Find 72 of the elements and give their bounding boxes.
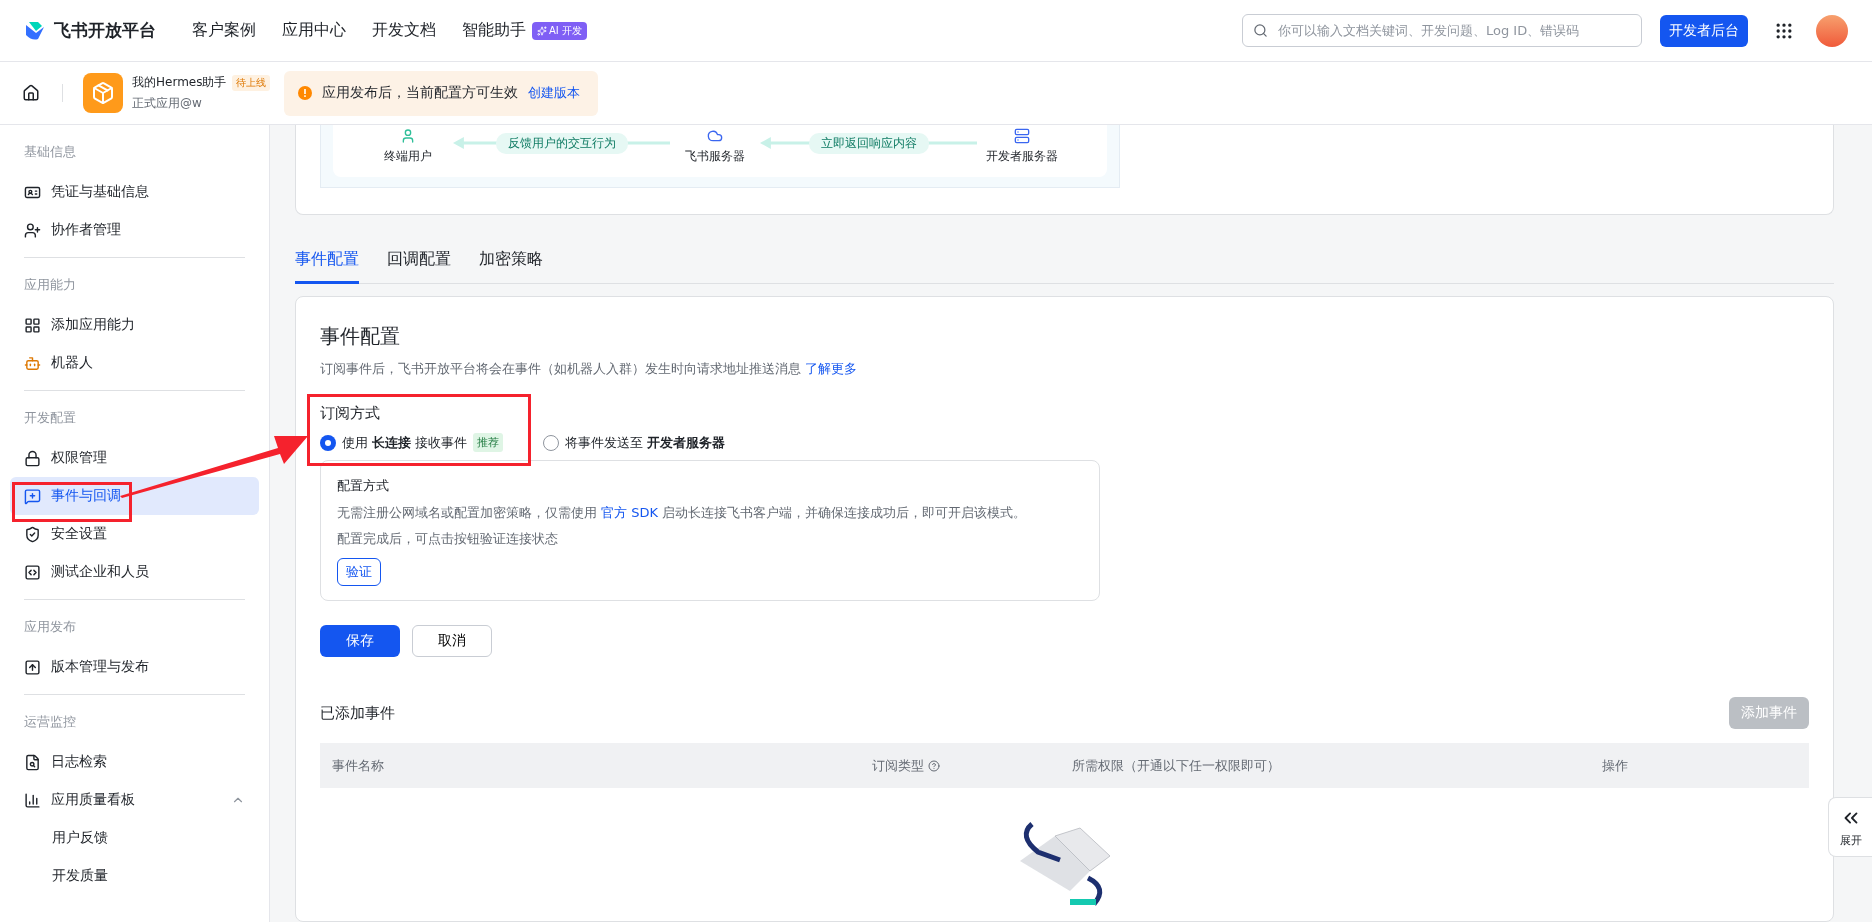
sidebar-group-title: 基础信息	[23, 143, 77, 161]
events-title: 已添加事件	[320, 703, 395, 723]
sidebar-item[interactable]: 凭证与基础信息	[10, 173, 259, 211]
expand-label: 展开	[1839, 832, 1862, 848]
config-title: 配置方式	[337, 477, 390, 495]
sidebar-subitem[interactable]: 用户反馈	[10, 819, 259, 857]
console-button[interactable]: 开发者后台	[1660, 14, 1748, 47]
sidebar-item-label: 日志检索	[51, 753, 108, 771]
sidebar-subitem[interactable]: 开发质量	[10, 857, 259, 895]
nav-link[interactable]: 客户案例	[192, 20, 256, 41]
tab[interactable]: 事件配置	[295, 237, 359, 284]
sidebar-item[interactable]: 协作者管理	[10, 211, 259, 249]
recommended-tag: 推荐	[473, 433, 504, 452]
subscription-title: 订阅方式	[320, 404, 381, 423]
section-description: 订阅事件后，飞书开放平台将会在事件（如机器人入群）发生时向请求地址推送消息 了解更多	[320, 360, 859, 378]
search-input[interactable]: 你可以输入文档关键词、开发问题、Log ID、错误码	[1276, 22, 1631, 39]
node-label: 开发者服务器	[986, 148, 1058, 165]
column-header: 操作	[1602, 756, 1628, 775]
brand-name: 飞书开放平台	[54, 19, 156, 42]
radio-label: 使用 长连接 接收事件	[342, 433, 468, 452]
search-field[interactable]: 你可以输入文档关键词、开发问题、Log ID、错误码	[1242, 14, 1642, 47]
radio-option[interactable]: 使用 长连接 接收事件 推荐	[320, 433, 504, 452]
verify-button[interactable]: 验证	[337, 558, 381, 586]
node-label: 终端用户	[384, 148, 432, 165]
sidebar-item[interactable]: 机器人	[10, 344, 259, 382]
sdk-link[interactable]: 官方 SDK	[601, 505, 659, 520]
sidebar-item-label: 安全设置	[51, 525, 108, 543]
tab[interactable]: 回调配置	[387, 237, 451, 284]
column-header: 订阅类型	[872, 756, 924, 775]
sidebar-group-title: 应用能力	[23, 276, 77, 294]
status-badge: 待上线	[232, 74, 271, 91]
sidebar-item-label: 版本管理与发布	[51, 658, 150, 676]
sidebar-item-label: 事件与回调	[51, 487, 122, 505]
app-name: 我的Hermes助手	[132, 74, 227, 91]
sidebar-item-label: 应用质量看板	[51, 791, 136, 809]
ai-tag: AI 开发	[532, 21, 587, 40]
learn-more-link[interactable]: 了解更多	[805, 361, 858, 376]
sidebar-group-title: 开发配置	[23, 409, 77, 427]
expand-button[interactable]: 展开	[1828, 797, 1872, 857]
sidebar-item[interactable]: 事件与回调	[10, 477, 259, 515]
sidebar-item-label: 测试企业和人员	[51, 563, 150, 581]
notice-text: 应用发布后，当前配置方可生效	[322, 84, 519, 102]
connector-label: 反馈用户的交互行为	[495, 132, 628, 154]
nav-link[interactable]: 智能助手 AI 开发	[462, 20, 587, 41]
connector-label: 立即返回响应内容	[808, 132, 929, 154]
save-button[interactable]: 保存	[320, 625, 400, 657]
cancel-button[interactable]: 取消	[412, 625, 492, 657]
column-header: 所需权限（开通以下任一权限即可）	[1072, 756, 1280, 775]
app-type: 正式应用@w	[132, 95, 203, 112]
sidebar-item[interactable]: 添加应用能力	[10, 306, 259, 344]
nav-link[interactable]: 开发文档	[372, 20, 436, 41]
sidebar-item[interactable]: 安全设置	[10, 515, 259, 553]
sidebar-group-title: 应用发布	[23, 618, 77, 636]
node-label: 飞书服务器	[685, 148, 745, 165]
nav-link[interactable]: 应用中心	[282, 20, 346, 41]
sidebar-item[interactable]: 权限管理	[10, 439, 259, 477]
sidebar-item-label: 添加应用能力	[51, 316, 136, 334]
config-description: 无需注册公网域名或配置加密策略，仅需使用 官方 SDK 启动长连接飞书客户端，并确保连接成功后，即可开启该模式。	[337, 504, 1028, 522]
sidebar-group-title: 运营监控	[23, 713, 77, 731]
sidebar-item-label: 协作者管理	[51, 221, 122, 239]
sidebar-item[interactable]: 日志检索	[10, 743, 259, 781]
sidebar-item-label: 机器人	[51, 354, 94, 372]
sidebar-item-label: 凭证与基础信息	[51, 183, 150, 201]
sidebar-item[interactable]: 测试企业和人员	[10, 553, 259, 591]
sidebar-item[interactable]: 版本管理与发布	[10, 648, 259, 686]
sidebar-item-label: 权限管理	[51, 449, 108, 467]
config-note: 配置完成后，可点击按钮验证连接状态	[337, 529, 559, 548]
sidebar-item[interactable]: 应用质量看板	[10, 781, 259, 819]
column-header: 事件名称	[332, 756, 384, 775]
section-title: 事件配置	[320, 323, 401, 350]
tab[interactable]: 加密策略	[479, 237, 543, 284]
create-version-link[interactable]: 创建版本	[528, 84, 581, 102]
